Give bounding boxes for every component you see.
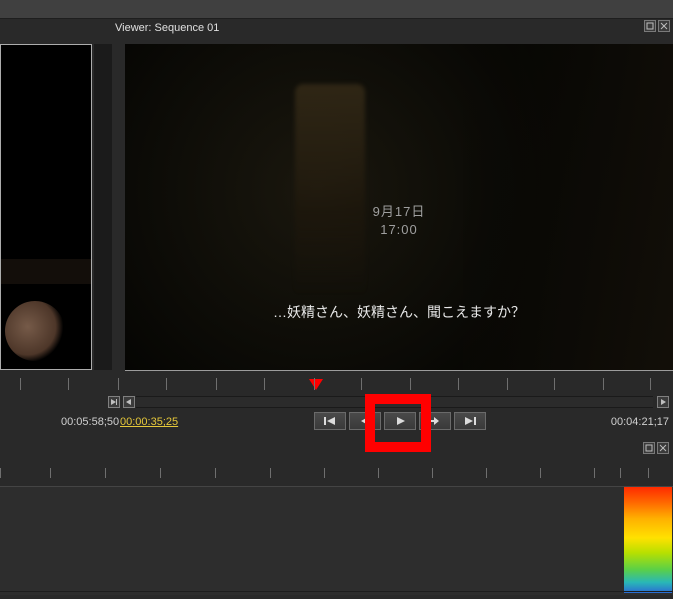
overlay-date: 9月17日 [373,204,426,219]
scroll-left-icon [125,398,133,406]
step-right-icon [110,398,118,406]
ruler-tick [270,468,271,478]
thumb-detail [1,259,91,284]
ruler-tick [68,378,69,390]
close-icon [660,22,668,30]
ruler-tick [648,468,649,478]
transport-row: 00:05:58;50 00:00:35;25 00:04:21;17 [0,412,673,436]
ruler-tick [554,378,555,390]
ruler-tick [314,378,315,390]
overlay-time: 17:00 [380,222,418,237]
playhead-marker[interactable] [309,378,323,393]
viewer-title: Viewer: Sequence 01 [115,22,219,34]
video-clip[interactable] [624,487,672,593]
ruler-tick [507,378,508,390]
scroll-right-icon [659,398,667,406]
ruler-tick [166,378,167,390]
ruler-tick [650,378,651,390]
timeline-tracks[interactable] [0,486,673,595]
program-viewer[interactable]: 9月17日 17:00 …妖精さん、妖精さん、聞こえますか？ [125,44,673,371]
ruler-tick [264,378,265,390]
scrub-left-button[interactable] [123,396,135,408]
ruler-tick [458,378,459,390]
track-separator [0,591,673,592]
playhead-icon [309,378,323,390]
panel-maximize-button[interactable] [643,442,655,454]
maximize-icon [646,22,654,30]
scrub-step-button[interactable] [108,396,120,408]
overlay-subtitle: …妖精さん、妖精さん、聞こえますか？ [125,302,673,322]
play-button[interactable] [384,412,416,430]
timeline-panel-header [0,442,673,458]
menubar [0,0,673,19]
previous-frame-button[interactable] [349,412,381,430]
panel-close-button[interactable] [657,442,669,454]
ruler-tick [361,378,362,390]
source-strip [94,44,112,370]
ruler-tick [432,468,433,478]
maximize-icon [645,444,653,452]
ruler-tick [620,468,621,478]
transport-buttons [314,412,486,430]
timecode-duration: 00:04:21;17 [611,416,669,428]
go-to-end-button[interactable] [454,412,486,430]
ruler-tick [105,468,106,478]
timecode-current[interactable]: 00:00:35;25 [120,416,178,428]
overlay-datetime: 9月17日 17:00 [125,203,673,239]
ruler-tick [50,468,51,478]
ruler-tick [20,378,21,390]
panel-maximize-button[interactable] [644,20,656,32]
next-frame-icon [428,416,442,426]
scene-detail [295,84,365,294]
source-thumbnail[interactable] [0,44,92,370]
ruler-tick [324,468,325,478]
ruler-tick [486,468,487,478]
ruler-tick [215,468,216,478]
go-start-icon [323,416,337,426]
scrub-right-button[interactable] [657,396,669,408]
prev-frame-icon [358,416,372,426]
thumb-detail [0,294,72,367]
timecode-source: 00:05:58;50 [61,416,119,428]
ruler-tick [118,378,119,390]
next-frame-button[interactable] [419,412,451,430]
ruler-tick [603,378,604,390]
ruler-tick [378,468,379,478]
viewer-ruler[interactable] [0,376,673,396]
close-icon [659,444,667,452]
panel-close-button[interactable] [658,20,670,32]
go-to-start-button[interactable] [314,412,346,430]
timeline-ruler[interactable] [0,466,673,484]
viewer-frame: 9月17日 17:00 …妖精さん、妖精さん、聞こえますか？ [125,44,673,370]
ruler-tick [540,468,541,478]
ruler-tick [410,378,411,390]
scrub-track[interactable] [136,396,653,408]
go-end-icon [463,416,477,426]
ruler-tick [216,378,217,390]
scrub-row [0,396,673,410]
ruler-tick [160,468,161,478]
ruler-tick [594,468,595,478]
viewer-panel-header: Viewer: Sequence 01 [115,20,670,36]
ruler-tick [0,468,1,478]
play-icon [393,416,407,426]
